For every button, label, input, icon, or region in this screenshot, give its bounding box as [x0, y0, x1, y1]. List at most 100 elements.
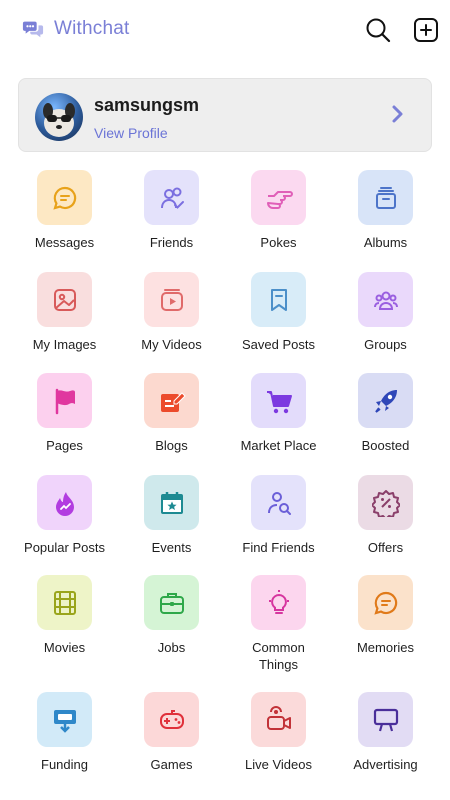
search-icon[interactable] — [364, 16, 392, 44]
fire-tile[interactable] — [37, 475, 92, 530]
menu-item-label: Events — [151, 540, 192, 555]
menu-item-find-friends[interactable]: Find Friends — [225, 475, 332, 556]
lightbulb-icon — [268, 589, 289, 614]
menu-item-label: Groups — [364, 337, 407, 352]
menu-item-label: Advertising — [353, 757, 418, 772]
menu-item-label: My Images — [32, 337, 97, 352]
menu-item-label: Funding — [41, 757, 88, 772]
calendar-tile[interactable] — [144, 475, 199, 530]
rocket-icon — [374, 389, 397, 413]
billboard-tile[interactable] — [358, 692, 413, 747]
video-icon — [160, 288, 183, 311]
friends-icon — [160, 187, 184, 209]
film-icon — [53, 590, 76, 615]
menu-item-popular-posts[interactable]: Popular Posts — [11, 475, 118, 556]
menu-item-saved-posts[interactable]: Saved Posts — [225, 272, 332, 353]
menu-item-movies[interactable]: Movies — [11, 575, 118, 656]
cart-icon — [266, 390, 292, 413]
menu-item-pokes[interactable]: Pokes — [225, 170, 332, 251]
find-friends-icon — [267, 491, 291, 515]
menu-item-messages[interactable]: Messages — [11, 170, 118, 251]
image-icon — [53, 288, 76, 311]
menu-item-jobs[interactable]: Jobs — [118, 575, 225, 656]
add-post-icon[interactable] — [412, 16, 440, 44]
menu-item-label: Memories — [356, 640, 415, 655]
blog-edit-tile[interactable] — [144, 373, 199, 428]
menu-item-my-images[interactable]: My Images — [11, 272, 118, 353]
chat-logo-icon — [22, 21, 44, 38]
discount-badge-tile[interactable] — [358, 475, 413, 530]
groups-tile[interactable] — [358, 272, 413, 327]
chat-bubble-tile[interactable] — [37, 170, 92, 225]
menu-item-label: Find Friends — [242, 540, 315, 555]
friends-tile[interactable] — [144, 170, 199, 225]
menu-item-label: Jobs — [157, 640, 186, 655]
blog-edit-icon — [160, 391, 186, 412]
menu-item-market-place[interactable]: Market Place — [225, 373, 332, 454]
menu-item-memories[interactable]: Memories — [332, 575, 439, 656]
find-friends-tile[interactable] — [251, 475, 306, 530]
menu-item-my-videos[interactable]: My Videos — [118, 272, 225, 353]
funding-tile[interactable] — [37, 692, 92, 747]
lightbulb-tile[interactable] — [251, 575, 306, 630]
profile-card[interactable]: samsungsm View Profile — [18, 78, 432, 152]
menu-item-common-things[interactable]: Common Things — [225, 575, 332, 673]
menu-item-pages[interactable]: Pages — [11, 373, 118, 454]
menu-item-advertising[interactable]: Advertising — [332, 692, 439, 773]
flag-icon — [55, 388, 75, 414]
briefcase-tile[interactable] — [144, 575, 199, 630]
menu-item-label: Saved Posts — [242, 337, 315, 352]
bookmark-tile[interactable] — [251, 272, 306, 327]
menu-item-label: Movies — [43, 640, 86, 655]
calendar-icon — [160, 491, 183, 514]
chat-bubble-icon — [52, 186, 76, 210]
menu-item-offers[interactable]: Offers — [332, 475, 439, 556]
menu-item-label: Market Place — [240, 438, 317, 453]
menu-item-albums[interactable]: Albums — [332, 170, 439, 251]
gamepad-tile[interactable] — [144, 692, 199, 747]
avatar[interactable] — [35, 93, 83, 141]
menu-item-blogs[interactable]: Blogs — [118, 373, 225, 454]
menu-item-label: Albums — [363, 235, 408, 250]
video-tile[interactable] — [144, 272, 199, 327]
live-video-tile[interactable] — [251, 692, 306, 747]
discount-badge-icon — [371, 489, 400, 517]
menu-item-games[interactable]: Games — [118, 692, 225, 773]
rocket-tile[interactable] — [358, 373, 413, 428]
menu-item-label: Friends — [149, 235, 194, 250]
menu-item-label: Live Videos — [245, 757, 312, 772]
menu-item-label: Games — [150, 757, 193, 772]
live-video-icon — [266, 705, 291, 730]
cart-tile[interactable] — [251, 373, 306, 428]
menu-item-label: Offers — [367, 540, 404, 555]
album-folder-icon — [375, 186, 396, 209]
menu-item-friends[interactable]: Friends — [118, 170, 225, 251]
menu-item-events[interactable]: Events — [118, 475, 225, 556]
top-bar: Withchat — [0, 0, 450, 62]
menu-item-label: Blogs — [155, 438, 188, 453]
menu-item-label: Pages — [46, 438, 83, 453]
flag-tile[interactable] — [37, 373, 92, 428]
menu-item-label: My Videos — [141, 337, 202, 352]
fire-icon — [55, 491, 74, 516]
menu-item-funding[interactable]: Funding — [11, 692, 118, 773]
chevron-right-icon[interactable] — [389, 103, 407, 125]
album-folder-tile[interactable] — [358, 170, 413, 225]
memories-chat-tile[interactable] — [358, 575, 413, 630]
menu-item-label: Messages — [34, 235, 95, 250]
funding-icon — [53, 709, 76, 733]
image-tile[interactable] — [37, 272, 92, 327]
gamepad-icon — [159, 709, 184, 729]
film-tile[interactable] — [37, 575, 92, 630]
menu-item-label: Boosted — [361, 438, 410, 453]
brand[interactable]: Withchat — [22, 18, 130, 40]
menu-item-label: Common Things — [252, 640, 305, 672]
menu-item-label: Popular Posts — [24, 540, 105, 555]
view-profile-link[interactable]: View Profile — [94, 125, 168, 141]
menu-item-groups[interactable]: Groups — [332, 272, 439, 353]
pointing-hand-tile[interactable] — [251, 170, 306, 225]
menu-item-boosted[interactable]: Boosted — [332, 373, 439, 454]
menu-item-live-videos[interactable]: Live Videos — [225, 692, 332, 773]
app-name: Withchat — [54, 18, 130, 39]
bookmark-icon — [270, 288, 287, 311]
